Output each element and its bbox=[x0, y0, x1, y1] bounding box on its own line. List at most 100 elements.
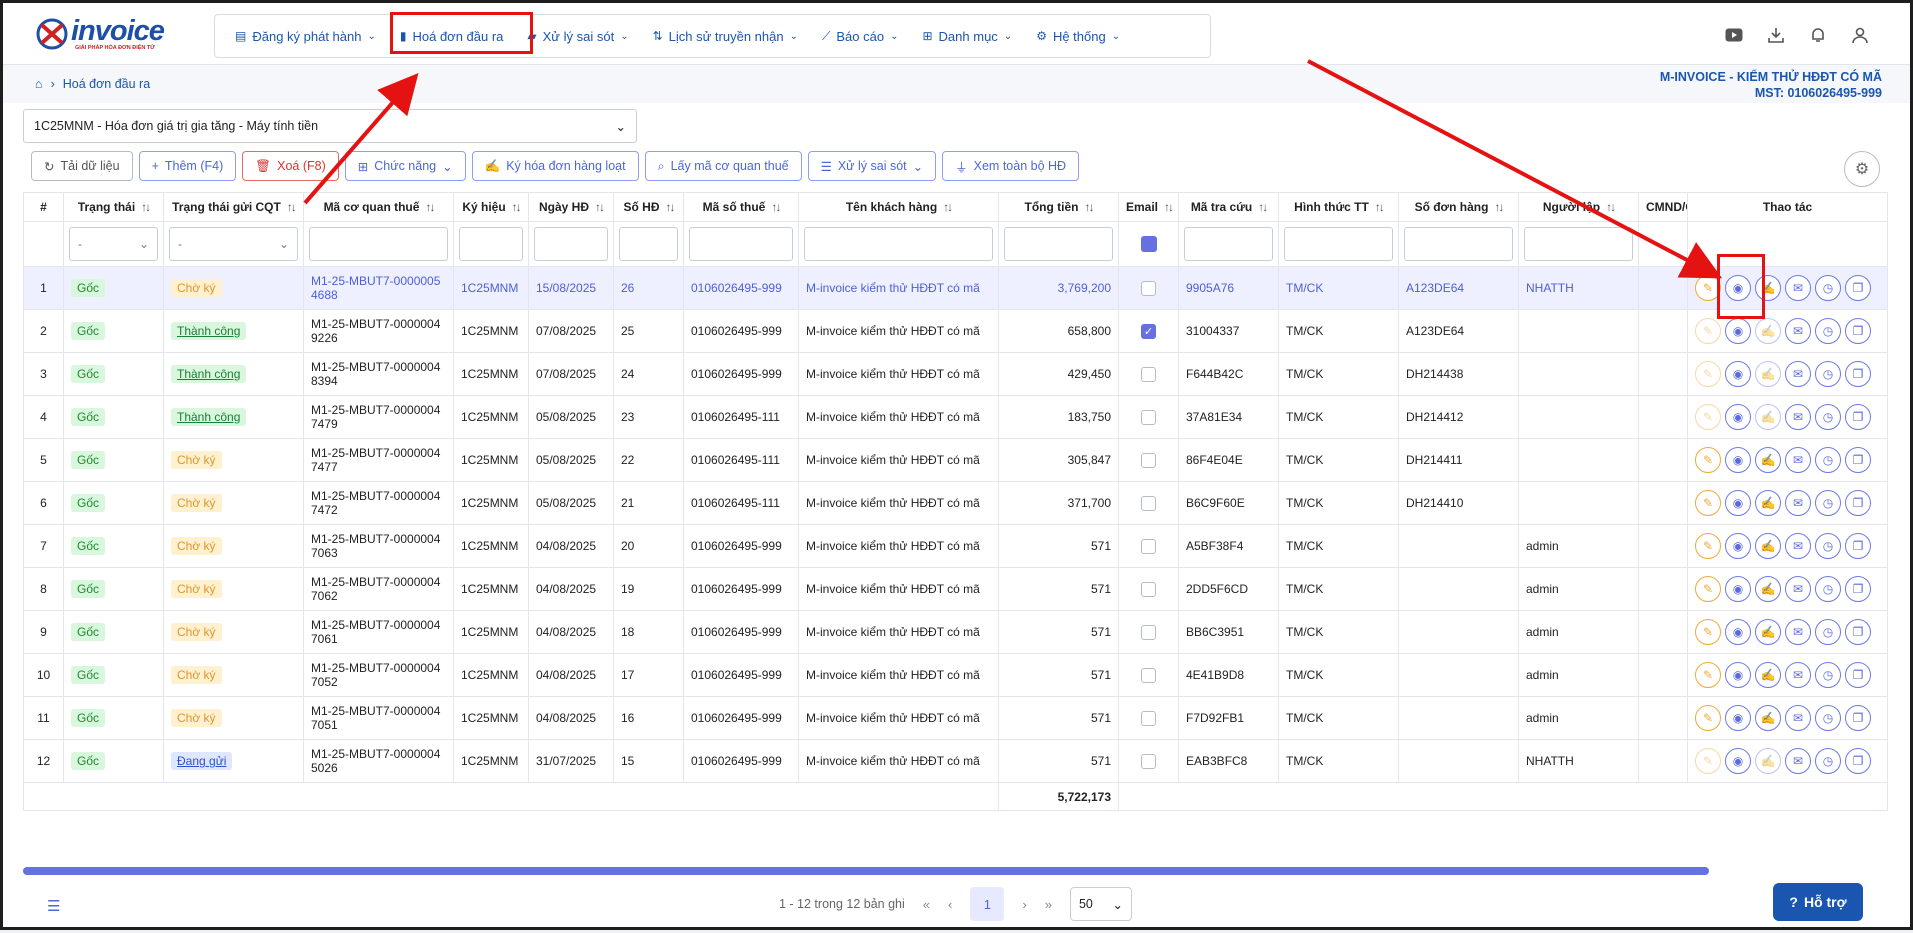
col-date-header[interactable]: Ngày HĐ ↑↓ bbox=[528, 192, 614, 222]
send-email-button[interactable]: ✉ bbox=[1785, 705, 1811, 731]
copy-button[interactable]: ❐ bbox=[1845, 662, 1871, 688]
table-row[interactable]: 11 Gốc Chờ ký M1-25-MBUT7-00000047051 1C25MN… bbox=[23, 696, 1888, 740]
sign-button[interactable]: ✍ bbox=[1755, 318, 1781, 344]
edit-button[interactable]: ✎ bbox=[1695, 705, 1721, 731]
view-button[interactable]: ◉ bbox=[1725, 705, 1751, 731]
table-row[interactable]: 5 Gốc Chờ ký M1-25-MBUT7-00000047477 1C25MNM… bbox=[23, 438, 1888, 482]
reload-button[interactable]: ↻ Tải dữ liệu bbox=[31, 151, 133, 181]
number-filter-input[interactable] bbox=[619, 227, 678, 261]
copy-button[interactable]: ❐ bbox=[1845, 748, 1871, 774]
email-checkbox[interactable] bbox=[1141, 753, 1156, 769]
sign-button[interactable]: ✍ bbox=[1755, 361, 1781, 387]
edit-button[interactable]: ✎ bbox=[1695, 490, 1721, 516]
breadcrumb-current[interactable]: Hoá đơn đầu ra bbox=[63, 77, 150, 91]
sign-button[interactable]: ✍ bbox=[1755, 447, 1781, 473]
payment-filter-input[interactable] bbox=[1284, 227, 1393, 261]
col-customer-header[interactable]: Tên khách hàng ↑↓ bbox=[798, 192, 999, 222]
sign-button[interactable]: ✍ bbox=[1755, 490, 1781, 516]
invoice-series-select[interactable]: 1C25MNM - Hóa đơn giá trị gia tăng - Máy… bbox=[23, 109, 637, 143]
sort-icon[interactable]: ↑↓ bbox=[771, 200, 781, 214]
page-size-select[interactable]: 50 ⌄ bbox=[1069, 887, 1132, 921]
email-checkbox[interactable] bbox=[1141, 452, 1156, 468]
send-email-button[interactable]: ✉ bbox=[1785, 576, 1811, 602]
email-checkbox[interactable] bbox=[1141, 495, 1156, 511]
view-all-button[interactable]: ⏚ Xem toàn bộ HĐ bbox=[942, 151, 1080, 181]
tax-authority-code-filter-input[interactable] bbox=[309, 227, 448, 261]
copy-button[interactable]: ❐ bbox=[1845, 490, 1871, 516]
sort-icon[interactable]: ↑↓ bbox=[1494, 200, 1504, 214]
col-status-header[interactable]: Trạng thái ↑↓ bbox=[63, 192, 164, 222]
sort-icon[interactable]: ↑↓ bbox=[287, 200, 297, 214]
horizontal-scrollbar[interactable] bbox=[23, 867, 1709, 875]
copy-button[interactable]: ❐ bbox=[1845, 404, 1871, 430]
last-page-icon[interactable]: » bbox=[1045, 897, 1052, 912]
view-button[interactable]: ◉ bbox=[1725, 619, 1751, 645]
lookup-filter-input[interactable] bbox=[1184, 227, 1273, 261]
sort-icon[interactable]: ↑↓ bbox=[1085, 200, 1095, 214]
copy-button[interactable]: ❐ bbox=[1845, 533, 1871, 559]
nav-bao-cao[interactable]: ⟋ Báo cáo ⌄ bbox=[812, 21, 909, 51]
first-page-icon[interactable]: « bbox=[923, 897, 930, 912]
send-email-button[interactable]: ✉ bbox=[1785, 533, 1811, 559]
email-checkbox[interactable] bbox=[1141, 710, 1156, 726]
history-button[interactable]: ◷ bbox=[1815, 619, 1841, 645]
copy-button[interactable]: ❐ bbox=[1845, 361, 1871, 387]
history-button[interactable]: ◷ bbox=[1815, 533, 1841, 559]
home-icon[interactable]: ⌂ bbox=[35, 77, 43, 91]
history-button[interactable]: ◷ bbox=[1815, 662, 1841, 688]
tax-id-filter-input[interactable] bbox=[689, 227, 793, 261]
add-button[interactable]: + Thêm (F4) bbox=[138, 151, 237, 181]
email-checkbox[interactable] bbox=[1141, 667, 1156, 683]
col-tax-authority-code-header[interactable]: Mã cơ quan thuế ↑↓ bbox=[303, 192, 454, 222]
table-row[interactable]: 1 Gốc Chờ ký M1-25-MBUT7-00000054688 1C25MNM… bbox=[23, 266, 1888, 310]
sort-icon[interactable]: ↑↓ bbox=[425, 200, 435, 214]
copy-button[interactable]: ❐ bbox=[1845, 447, 1871, 473]
history-button[interactable]: ◷ bbox=[1815, 447, 1841, 473]
view-button[interactable]: ◉ bbox=[1725, 490, 1751, 516]
send-email-button[interactable]: ✉ bbox=[1785, 447, 1811, 473]
sort-icon[interactable]: ↑↓ bbox=[666, 200, 676, 214]
nav-lich-su-truyen-nhan[interactable]: ⇅ Lịch sử truyền nhận ⌄ bbox=[643, 21, 808, 51]
email-checkbox[interactable] bbox=[1141, 280, 1156, 296]
table-row[interactable]: 4 Gốc Thành công M1-25-MBUT7-00000047479 1C2… bbox=[23, 395, 1888, 439]
email-checkbox[interactable] bbox=[1141, 409, 1156, 425]
col-id-card-header[interactable]: CMND/C bbox=[1638, 192, 1688, 222]
col-lookup-header[interactable]: Mã tra cứu ↑↓ bbox=[1178, 192, 1279, 222]
edit-button[interactable]: ✎ bbox=[1695, 576, 1721, 602]
symbol-filter-input[interactable] bbox=[459, 227, 523, 261]
email-checkbox[interactable] bbox=[1141, 366, 1156, 382]
copy-button[interactable]: ❐ bbox=[1845, 619, 1871, 645]
email-checkbox[interactable] bbox=[1141, 581, 1156, 597]
status-filter-select[interactable]: - ⌄ bbox=[69, 227, 158, 261]
send-email-button[interactable]: ✉ bbox=[1785, 619, 1811, 645]
sort-icon[interactable]: ↑↓ bbox=[141, 200, 151, 214]
column-list-icon[interactable]: ☰ bbox=[47, 897, 60, 915]
col-cqt-status-header[interactable]: Trạng thái gửi CQT ↑↓ bbox=[163, 192, 304, 222]
nav-xu-ly-sai-sot[interactable]: ▰ Xử lý sai sót ⌄ bbox=[517, 21, 638, 51]
get-tax-code-button[interactable]: ⌕ Lấy mã cơ quan thuế bbox=[644, 151, 802, 181]
col-order-header[interactable]: Số đơn hàng ↑↓ bbox=[1398, 192, 1519, 222]
functions-dropdown-button[interactable]: ⊞ Chức năng ⌄ bbox=[344, 151, 466, 181]
table-row[interactable]: 9 Gốc Chờ ký M1-25-MBUT7-00000047061 1C25MNM… bbox=[23, 610, 1888, 654]
prev-page-icon[interactable]: ‹ bbox=[948, 897, 952, 912]
history-button[interactable]: ◷ bbox=[1815, 748, 1841, 774]
sort-icon[interactable]: ↑↓ bbox=[1375, 200, 1385, 214]
edit-button[interactable]: ✎ bbox=[1695, 447, 1721, 473]
email-checkbox[interactable]: ✓ bbox=[1141, 323, 1156, 339]
send-email-button[interactable]: ✉ bbox=[1785, 318, 1811, 344]
handle-error-dropdown-button[interactable]: ☰ Xử lý sai sót ⌄ bbox=[807, 151, 937, 181]
col-tax-id-header[interactable]: Mã số thuế ↑↓ bbox=[683, 192, 799, 222]
send-email-button[interactable]: ✉ bbox=[1785, 490, 1811, 516]
page-button-current[interactable]: 1 bbox=[970, 887, 1005, 921]
col-email-header[interactable]: Email ↑↓ bbox=[1118, 192, 1179, 222]
nav-dang-ky-phat-hanh[interactable]: ▤ Đăng ký phát hành ⌄ bbox=[225, 21, 386, 51]
history-button[interactable]: ◷ bbox=[1815, 404, 1841, 430]
order-filter-input[interactable] bbox=[1404, 227, 1513, 261]
user-icon[interactable] bbox=[1850, 25, 1870, 45]
table-row[interactable]: 8 Gốc Chờ ký M1-25-MBUT7-00000047062 1C25MNM… bbox=[23, 567, 1888, 611]
col-symbol-header[interactable]: Ký hiệu ↑↓ bbox=[453, 192, 529, 222]
view-button[interactable]: ◉ bbox=[1725, 361, 1751, 387]
history-button[interactable]: ◷ bbox=[1815, 576, 1841, 602]
table-row[interactable]: 12 Gốc Đang gửi M1-25-MBUT7-00000045026 1C25… bbox=[23, 739, 1888, 783]
sign-button[interactable]: ✍ bbox=[1755, 662, 1781, 688]
